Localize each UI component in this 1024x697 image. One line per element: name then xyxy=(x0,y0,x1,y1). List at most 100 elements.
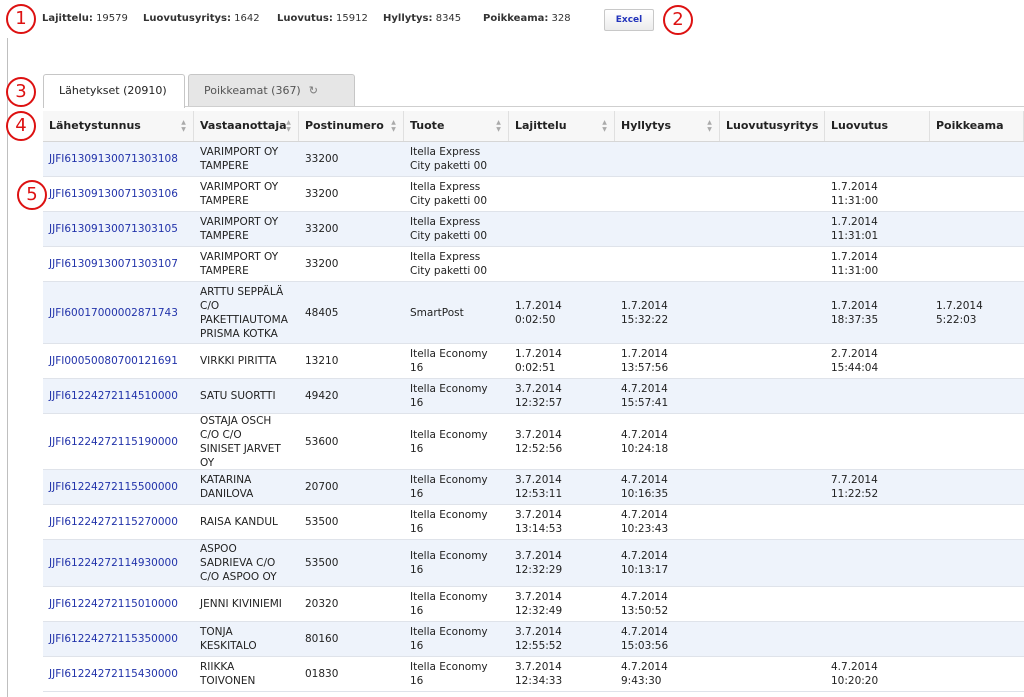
table-cell: 4.7.2014 10:24:18 xyxy=(621,428,669,455)
table-row[interactable]: JJFI61224272115430000 RIIKKA TOIVONEN 0183… xyxy=(43,657,1024,692)
table-row[interactable]: JJFI61224272114930000 ASPOO SADRIEVA C/O … xyxy=(43,540,1024,587)
shipment-id-link[interactable]: JJFI61224272114930000 xyxy=(43,540,194,586)
table-row[interactable]: JJFI61309130071303105 VARIMPORT OY TAMPER… xyxy=(43,212,1024,247)
table-cell xyxy=(720,657,825,691)
left-divider xyxy=(7,38,8,697)
table-cell xyxy=(615,247,720,281)
table-cell: VARIMPORT OY TAMPERE xyxy=(200,251,279,277)
shipment-id-link[interactable]: JJFI61224272115350000 xyxy=(43,622,194,656)
table-cell: Itella Economy 16 xyxy=(410,509,488,535)
table-cell: OSTAJA OSCH C/O C/O SINISET JARVET OY xyxy=(200,414,281,469)
table-cell xyxy=(509,247,615,281)
table-row[interactable]: JJFI61224272115500000 KATARINA DANILOVA 20… xyxy=(43,470,1024,505)
sort-icon[interactable]: ▲▼ xyxy=(706,119,713,133)
table-row[interactable]: JJFI61309130071303106 VARIMPORT OY TAMPER… xyxy=(43,177,1024,212)
table-cell: 4.7.2014 13:50:52 xyxy=(621,591,669,617)
header-tuote[interactable]: Tuote ▲▼ xyxy=(404,111,509,141)
table-row[interactable]: JJFI61309130071303108 VARIMPORT OY TAMPER… xyxy=(43,142,1024,177)
stat-hyllytys: Hyllytys: 8345 xyxy=(383,13,462,24)
table-cell: Itella Economy 16 xyxy=(410,591,488,617)
shipment-id-link[interactable]: JJFI61309130071303107 xyxy=(43,247,194,281)
table-cell: KATARINA DANILOVA xyxy=(200,474,254,500)
table-row[interactable]: JJFI61224272115350000 TONJA KESKITALO 8016… xyxy=(43,622,1024,657)
table-cell: Itella Economy 16 xyxy=(410,428,488,455)
table-row[interactable]: JJFI60017000002871743 ARTTU SEPPÄLÄ C/O P… xyxy=(43,282,1024,344)
shipment-id-link[interactable]: JJFI61224272114510000 xyxy=(43,379,194,413)
table-cell: 33200 xyxy=(305,188,339,200)
tab-poikkeamat[interactable]: Poikkeamat (367) ↻ xyxy=(188,74,355,106)
column-label: Postinumero xyxy=(305,119,384,132)
table-row[interactable]: JJFI00050080700121691 VIRKKI PIRITTA 13210… xyxy=(43,344,1024,379)
table-cell xyxy=(509,212,615,246)
table-cell xyxy=(930,470,1024,504)
annotation-marker-4: 4 xyxy=(6,111,36,141)
table-cell xyxy=(930,587,1024,621)
table-cell xyxy=(615,177,720,211)
header-vastaanottaja[interactable]: Vastaanottaja ▲▼ xyxy=(194,111,299,141)
table-cell xyxy=(720,344,825,378)
shipment-id-link[interactable]: JJFI61309130071303105 xyxy=(43,212,194,246)
header-lajittelu[interactable]: Lajittelu ▲▼ xyxy=(509,111,615,141)
header-poikkeama[interactable]: Poikkeama xyxy=(930,111,1024,141)
table-cell xyxy=(930,344,1024,378)
table-cell xyxy=(930,657,1024,691)
table-cell: 3.7.2014 12:53:11 xyxy=(515,474,563,500)
table-cell: SATU SUORTTI xyxy=(200,390,276,402)
table-cell: 3.7.2014 12:32:49 xyxy=(515,591,563,617)
header-luovutusyritys[interactable]: Luovutusyritys xyxy=(720,111,825,141)
shipment-id-link[interactable]: JJFI61224272115500000 xyxy=(43,470,194,504)
sort-icon[interactable]: ▲▼ xyxy=(495,119,502,133)
table-cell: 1.7.2014 11:31:00 xyxy=(831,181,879,207)
table-cell xyxy=(825,414,930,469)
shipment-id-link[interactable]: JJFI60017000002871743 xyxy=(43,282,194,343)
shipment-id-link[interactable]: JJFI61309130071303106 xyxy=(43,177,194,211)
table-row[interactable]: JJFI61224272115010000 JENNI KIVINIEMI 2032… xyxy=(43,587,1024,622)
table-cell: 4.7.2014 15:57:41 xyxy=(621,383,669,409)
sort-icon[interactable]: ▲▼ xyxy=(285,119,292,133)
table-row[interactable]: JJFI61224272114510000 SATU SUORTTI 49420 It… xyxy=(43,379,1024,414)
table-cell: 1.7.2014 11:31:00 xyxy=(831,251,879,277)
excel-export-button[interactable]: Excel xyxy=(604,9,654,31)
annotation-marker-5: 5 xyxy=(17,180,47,210)
table-cell: 4.7.2014 10:20:20 xyxy=(831,661,879,687)
table-cell: 3.7.2014 13:14:53 xyxy=(515,509,563,535)
sort-icon[interactable]: ▲▼ xyxy=(180,119,187,133)
table-cell: 4.7.2014 15:03:56 xyxy=(621,626,669,652)
header-luovutus[interactable]: Luovutus xyxy=(825,111,930,141)
stats-bar: Lajittelu: 19579 Luovutusyritys: 1642 Lu… xyxy=(0,0,1024,40)
refresh-icon[interactable]: ↻ xyxy=(309,75,318,107)
table-row[interactable]: JJFI61224272115190000 OSTAJA OSCH C/O C/O… xyxy=(43,414,1024,470)
shipment-id-link[interactable]: JJFI61224272115190000 xyxy=(43,414,194,469)
table-row[interactable]: JJFI61309130071303107 VARIMPORT OY TAMPER… xyxy=(43,247,1024,282)
table-cell xyxy=(720,587,825,621)
table-cell: 1.7.2014 5:22:03 xyxy=(936,299,983,326)
table-cell xyxy=(615,142,720,176)
table-cell xyxy=(930,379,1024,413)
sort-icon[interactable]: ▲▼ xyxy=(601,119,608,133)
shipment-id-link[interactable]: JJFI61309130071303108 xyxy=(43,142,194,176)
table-cell xyxy=(930,177,1024,211)
table-cell: 48405 xyxy=(305,306,339,319)
table-cell: Itella Express City paketti 00 xyxy=(410,216,488,242)
table-cell: 2.7.2014 15:44:04 xyxy=(831,348,879,374)
table-row[interactable]: JJFI61224272115270000 RAISA KANDUL 53500 It… xyxy=(43,505,1024,540)
shipment-id-link[interactable]: JJFI00050080700121691 xyxy=(43,344,194,378)
shipment-id-link[interactable]: JJFI61224272115270000 xyxy=(43,505,194,539)
header-lahetystunnus[interactable]: Lähetystunnus ▲▼ xyxy=(43,111,194,141)
sort-icon[interactable]: ▲▼ xyxy=(390,119,397,133)
table-cell: VIRKKI PIRITTA xyxy=(200,355,277,367)
table-cell: 49420 xyxy=(305,390,339,402)
table-cell xyxy=(930,414,1024,469)
shipment-id-link[interactable]: JJFI61224272115010000 xyxy=(43,587,194,621)
tab-lahetykset[interactable]: Lähetykset (20910) xyxy=(43,74,185,108)
shipment-id-link[interactable]: JJFI61224272115430000 xyxy=(43,657,194,691)
header-postinumero[interactable]: Postinumero ▲▼ xyxy=(299,111,404,141)
tab-underline xyxy=(185,106,1024,107)
table-cell: 13210 xyxy=(305,355,339,367)
stat-luovutus: Luovutus: 15912 xyxy=(277,13,368,24)
header-hyllytys[interactable]: Hyllytys ▲▼ xyxy=(615,111,720,141)
table-cell: 33200 xyxy=(305,258,339,270)
column-label: Lähetystunnus xyxy=(49,119,141,132)
table-cell: VARIMPORT OY TAMPERE xyxy=(200,146,279,172)
table-cell: 1.7.2014 0:02:50 xyxy=(515,299,562,326)
